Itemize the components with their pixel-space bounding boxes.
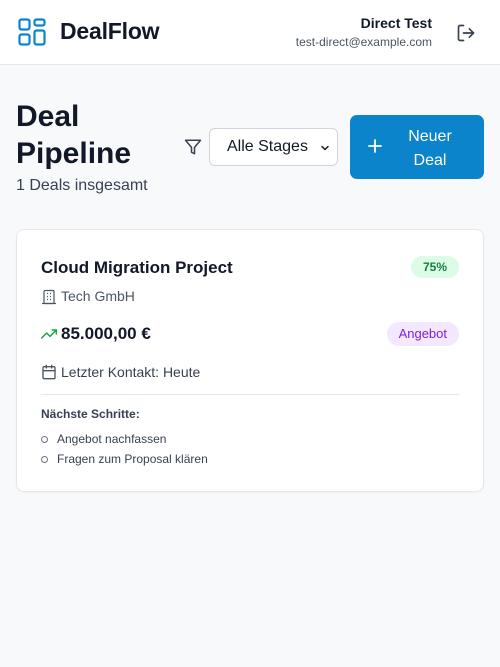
building-icon (42, 289, 56, 305)
bullet-icon (41, 455, 48, 463)
stage-badge: Angebot (386, 322, 459, 346)
company-name: Tech GmbH (61, 288, 135, 304)
brand-name[interactable]: DealFlow (60, 18, 160, 45)
probability-badge: 75% (410, 256, 459, 278)
next-step-text: Fragen zum Proposal klären (57, 452, 208, 466)
new-deal-button[interactable]: Neuer Deal (350, 115, 484, 179)
app-header: DealFlow Direct Test test-direct@example… (0, 0, 500, 65)
user-name: Direct Test (360, 15, 432, 31)
deal-title: Cloud Migration Project (41, 258, 233, 277)
calendar-icon (42, 364, 56, 380)
plus-icon (368, 139, 382, 153)
logout-icon (457, 24, 475, 42)
new-deal-label: Neuer Deal (408, 128, 452, 169)
deal-card[interactable]: Cloud Migration Project 75% Tech GmbH 85… (16, 229, 484, 492)
next-step-item: Angebot nachfassen (41, 432, 166, 446)
stage-filter-value: Alle Stages (227, 138, 308, 155)
deal-count: 1 Deals insgesamt (16, 177, 148, 194)
stage-filter-select[interactable]: Alle Stages (209, 128, 338, 166)
divider (41, 394, 459, 395)
user-email: test-direct@example.com (295, 35, 432, 49)
logout-button[interactable] (454, 21, 478, 45)
bullet-icon (41, 435, 48, 443)
dashboard-grid-icon[interactable] (18, 18, 46, 46)
chevron-down-icon (321, 145, 329, 151)
trending-up-icon (41, 329, 57, 339)
filter-icon (184, 139, 202, 155)
page-title: Deal Pipeline (16, 100, 132, 170)
next-step-text: Angebot nachfassen (57, 432, 167, 446)
next-steps-heading: Nächste Schritte: (41, 407, 140, 421)
next-step-item: Fragen zum Proposal klären (41, 452, 208, 466)
deal-amount: 85.000,00 € (61, 324, 151, 343)
last-contact: Letzter Kontakt: Heute (61, 364, 201, 380)
